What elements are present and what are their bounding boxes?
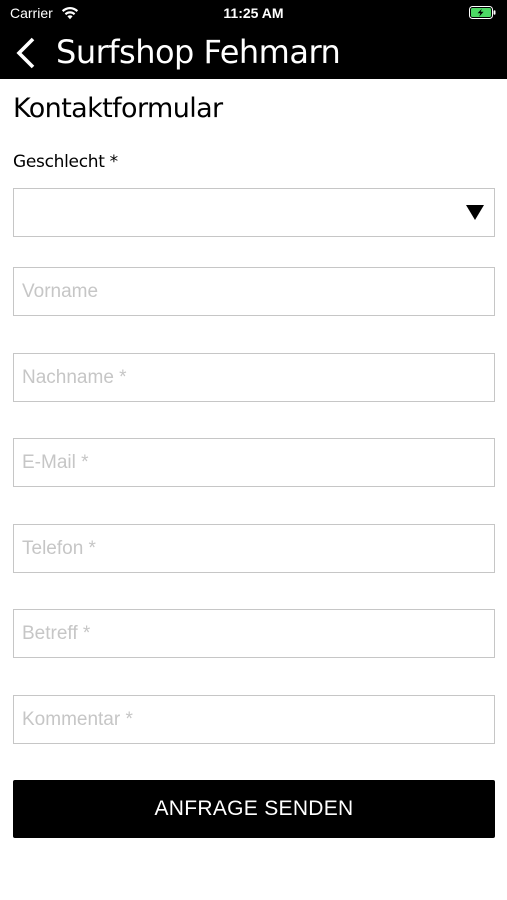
chevron-left-icon [12,37,44,74]
gender-select[interactable] [13,188,495,237]
app-header: Carrier 11:25 AM Surfshop Fehmarn [0,0,507,79]
email-input[interactable] [13,438,495,487]
last-name-input[interactable] [13,353,495,402]
battery-charging-icon [469,6,497,23]
navigation-bar: Surfshop Fehmarn [0,28,507,79]
triangle-down-icon [466,205,484,220]
submit-request-button[interactable]: ANFRAGE SENDEN [13,780,495,838]
page-title: Kontaktformular [13,93,223,124]
gender-label: Geschlecht * [13,152,118,172]
back-button[interactable] [12,36,44,70]
first-name-input[interactable] [13,267,495,316]
status-time: 11:25 AM [223,5,284,21]
nav-title: Surfshop Fehmarn [56,33,341,71]
phone-input[interactable] [13,524,495,573]
status-bar: Carrier 11:25 AM [0,0,507,28]
comment-input[interactable] [13,695,495,744]
subject-input[interactable] [13,609,495,658]
